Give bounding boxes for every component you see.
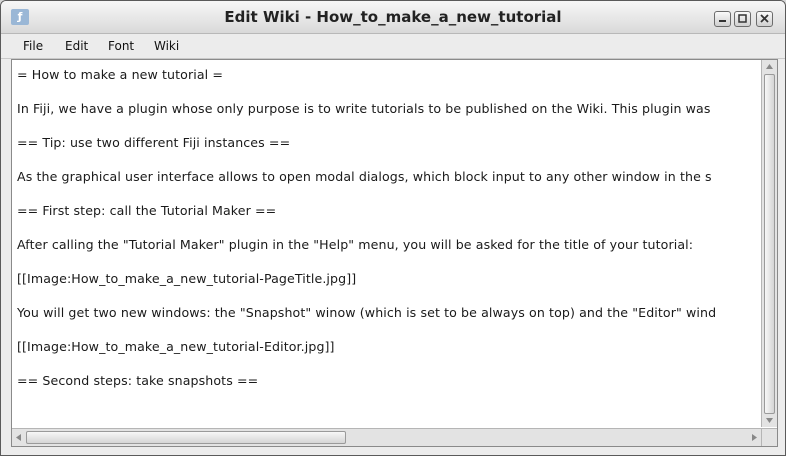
maximize-icon [738,14,747,23]
edit-wiki-window: ƒ Edit Wiki - How_to_make_a_new_tutorial… [0,0,786,456]
minimize-icon [719,20,726,22]
vertical-scrollbar[interactable] [761,60,777,427]
text-line: [[Image:How_to_make_a_new_tutorial-Edito… [17,339,335,354]
text-line: In Fiji, we have a plugin whose only pur… [17,101,711,116]
wiki-text-area[interactable]: = How to make a new tutorial = In Fiji, … [13,61,760,426]
text-line: After calling the "Tutorial Maker" plugi… [17,237,694,252]
menu-font[interactable]: Font [108,34,134,58]
scroll-right-icon[interactable] [751,433,759,442]
text-line: == Tip: use two different Fiji instances… [17,135,291,150]
title-bar[interactable]: ƒ Edit Wiki - How_to_make_a_new_tutorial [1,1,785,34]
menu-edit[interactable]: Edit [65,34,88,58]
close-button[interactable] [756,11,773,27]
horizontal-scrollbar[interactable] [12,428,761,446]
text-line: == Second steps: take snapshots == [17,373,259,388]
text-line: [[Image:How_to_make_a_new_tutorial-PageT… [17,271,357,286]
close-icon [760,14,769,23]
text-line: == First step: call the Tutorial Maker =… [17,203,277,218]
text-line: You will get two new windows: the "Snaps… [17,305,717,320]
scrollbar-corner [761,428,777,446]
maximize-button[interactable] [734,11,751,27]
scroll-up-icon[interactable] [765,62,774,70]
minimize-button[interactable] [714,11,731,27]
scroll-down-icon[interactable] [765,417,774,425]
text-line: As the graphical user interface allows t… [17,169,712,184]
menu-wiki[interactable]: Wiki [154,34,179,58]
scroll-left-icon[interactable] [14,433,22,442]
window-title: Edit Wiki - How_to_make_a_new_tutorial [224,8,562,26]
menu-file[interactable]: File [23,34,43,58]
text-line: = How to make a new tutorial = [17,67,224,82]
wiki-editor: = How to make a new tutorial = In Fiji, … [11,59,778,447]
menu-bar: File Edit Font Wiki [1,34,785,59]
vertical-scroll-thumb[interactable] [764,74,775,414]
horizontal-scroll-thumb[interactable] [26,431,346,444]
